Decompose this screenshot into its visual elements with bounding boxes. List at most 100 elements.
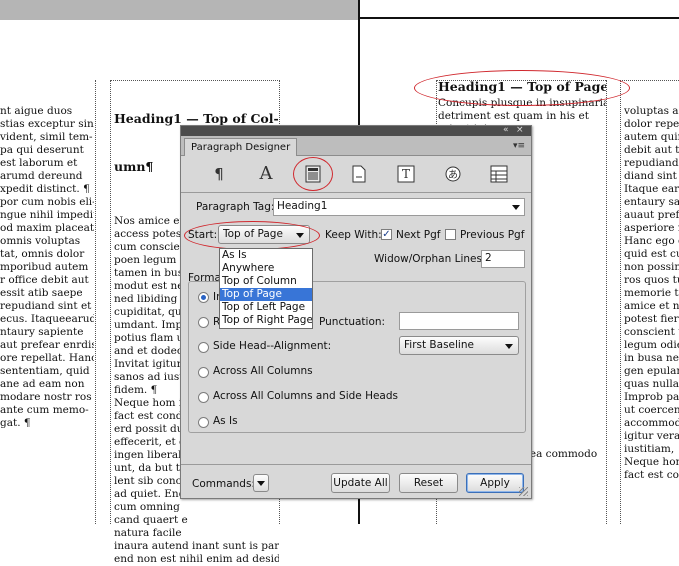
punctuation-input[interactable]	[399, 312, 519, 330]
asian-character-icon[interactable]: あ	[441, 162, 465, 186]
text-line: ngue nihil impedit	[0, 209, 94, 221]
text-line: quid est cu	[624, 248, 679, 260]
column-guide	[110, 80, 111, 524]
commands-dropdown[interactable]	[253, 474, 269, 492]
format-radio-in-column[interactable]	[198, 292, 209, 303]
previous-pgf-checkbox[interactable]	[445, 229, 456, 240]
chevron-down-icon	[512, 205, 520, 210]
format-radio-across-columns-side-heads[interactable]	[198, 392, 209, 403]
text-line: essit atib saepe	[0, 287, 83, 299]
panel-menu-icon[interactable]: ▾≡	[513, 142, 525, 151]
text-line: modare nostr ros	[0, 391, 92, 403]
text-line: Hanc ego c	[624, 235, 679, 247]
text-line: aut prefear enrdis	[0, 339, 94, 351]
text-line: Neque hon	[624, 456, 679, 468]
left-column-text: nt aigue duos stias exceptur sint vident, …	[0, 79, 94, 443]
tab-paragraph-designer[interactable]: Paragraph Designer	[184, 138, 298, 156]
text-line: autem quir	[624, 131, 679, 143]
commands-label: Commands:	[192, 478, 255, 490]
text-line: tat, omnis dolor	[0, 248, 85, 260]
text-line: detriment est quam in his et	[438, 110, 589, 122]
format-radio-run-in[interactable]	[198, 317, 209, 328]
column-guide	[606, 80, 607, 524]
paragraph-tag-combobox[interactable]: Heading1	[273, 198, 525, 216]
text-line: por cum nobis eli-	[0, 196, 94, 208]
start-option[interactable]: Top of Page	[220, 288, 312, 301]
text-line: legum odie	[624, 339, 679, 351]
widow-orphan-label: Widow/Orphan Lines:	[374, 253, 486, 265]
heading-annotation-ellipse	[414, 70, 630, 106]
paragraph-designer-dialog: « × Paragraph Designer ▾≡ ¶ A T あ Paragr…	[180, 125, 532, 499]
text-line: voluptas as	[624, 105, 679, 117]
close-icon[interactable]: ×	[516, 124, 524, 136]
text-line: memorie t	[624, 287, 679, 299]
text-font-icon[interactable]: A	[254, 162, 278, 186]
start-option[interactable]: Top of Left Page	[220, 301, 312, 314]
svg-text:あ: あ	[448, 169, 458, 181]
text-line: repudiand s	[624, 157, 679, 169]
pilcrow-icon[interactable]: ¶	[207, 162, 231, 186]
text-line: cand quaert e	[114, 514, 188, 526]
chevron-down-icon	[257, 481, 265, 486]
text-line: natura facile	[114, 527, 182, 539]
format-option-label: Across All Columns	[213, 365, 313, 377]
start-option[interactable]: Top of Column	[220, 275, 312, 288]
text-line: ore repellat. Hanc	[0, 352, 94, 364]
text-icon[interactable]: T	[394, 162, 418, 186]
text-line: ecus. Itaqueearud	[0, 313, 94, 325]
format-radio-across-all-columns[interactable]	[198, 367, 209, 378]
text-line: potest fier	[624, 313, 679, 325]
column-guide	[620, 80, 621, 524]
text-line: iustitiam,	[624, 443, 675, 455]
collapse-icon[interactable]: «	[503, 124, 509, 136]
text-line: est laborum et	[0, 157, 78, 169]
format-option-label: As Is	[213, 415, 238, 427]
start-options-list[interactable]: As Is Anywhere Top of Column Top of Page Top…	[219, 248, 313, 329]
text-line: amice et ne	[624, 300, 679, 312]
text-line: Itaque earu	[624, 183, 679, 195]
toolbar-annotation-circle	[293, 157, 333, 191]
pasteboard-gray	[0, 0, 360, 20]
bottom-divider	[181, 464, 531, 465]
start-option[interactable]: Top of Right Page	[220, 314, 312, 327]
text-line: entaury sa	[624, 196, 679, 208]
start-option[interactable]: Anywhere	[220, 262, 312, 275]
previous-pgf-label[interactable]: Previous Pgf	[460, 228, 524, 242]
text-line: gen epular	[624, 365, 679, 377]
format-option-label: Side Head--Alignment:	[213, 340, 332, 352]
text-line: sententiam, quid	[0, 365, 90, 377]
text-line: dolor repelle	[624, 118, 679, 130]
text-line: Improb pa	[624, 391, 679, 403]
text-line: vident, simil tem-	[0, 131, 93, 143]
widow-orphan-input[interactable]: 2	[481, 250, 525, 268]
next-pgf-checkbox[interactable]: ✓	[381, 229, 392, 240]
page-icon[interactable]	[347, 162, 371, 186]
alignment-dropdown[interactable]: First Baseline	[399, 336, 519, 355]
next-pgf-label[interactable]: Next Pgf	[396, 228, 441, 242]
text-line: ntaury sapiente	[0, 326, 84, 338]
text-line: accommod	[624, 417, 679, 429]
text-line: diand sint e	[624, 170, 677, 182]
text-line: repudiand sint et	[0, 300, 92, 312]
start-option[interactable]: As Is	[220, 249, 312, 262]
apply-button[interactable]: Apply	[466, 473, 524, 493]
reset-button[interactable]: Reset	[399, 473, 458, 493]
text-line: auaut prefe	[624, 209, 679, 221]
text-line: nt aigue duos	[0, 105, 73, 117]
dialog-title-bar[interactable]: « ×	[181, 124, 531, 136]
text-line: ante cum memo-	[0, 404, 89, 416]
text-line: arumd dereund	[0, 170, 83, 182]
format-radio-as-is[interactable]	[198, 417, 209, 428]
text-line: r office debit aut	[0, 274, 89, 286]
text-line: pa qui deserunt	[0, 144, 84, 156]
update-all-button[interactable]: Update All	[331, 473, 390, 493]
text-line: in busa ne	[624, 352, 679, 364]
table-icon[interactable]	[487, 162, 511, 186]
text-line: stias exceptur sint	[0, 118, 94, 130]
paragraph-tag-label: Paragraph Tag:	[196, 201, 275, 213]
far-right-column-text: voluptas asdolor repelleautem quirdebit …	[624, 79, 679, 495]
resize-grip-icon[interactable]	[519, 487, 528, 496]
text-line: od maxim placeat	[0, 222, 94, 234]
format-radio-side-head[interactable]	[198, 342, 209, 353]
text-line: end non est nihil enim ad desid-	[114, 553, 279, 565]
